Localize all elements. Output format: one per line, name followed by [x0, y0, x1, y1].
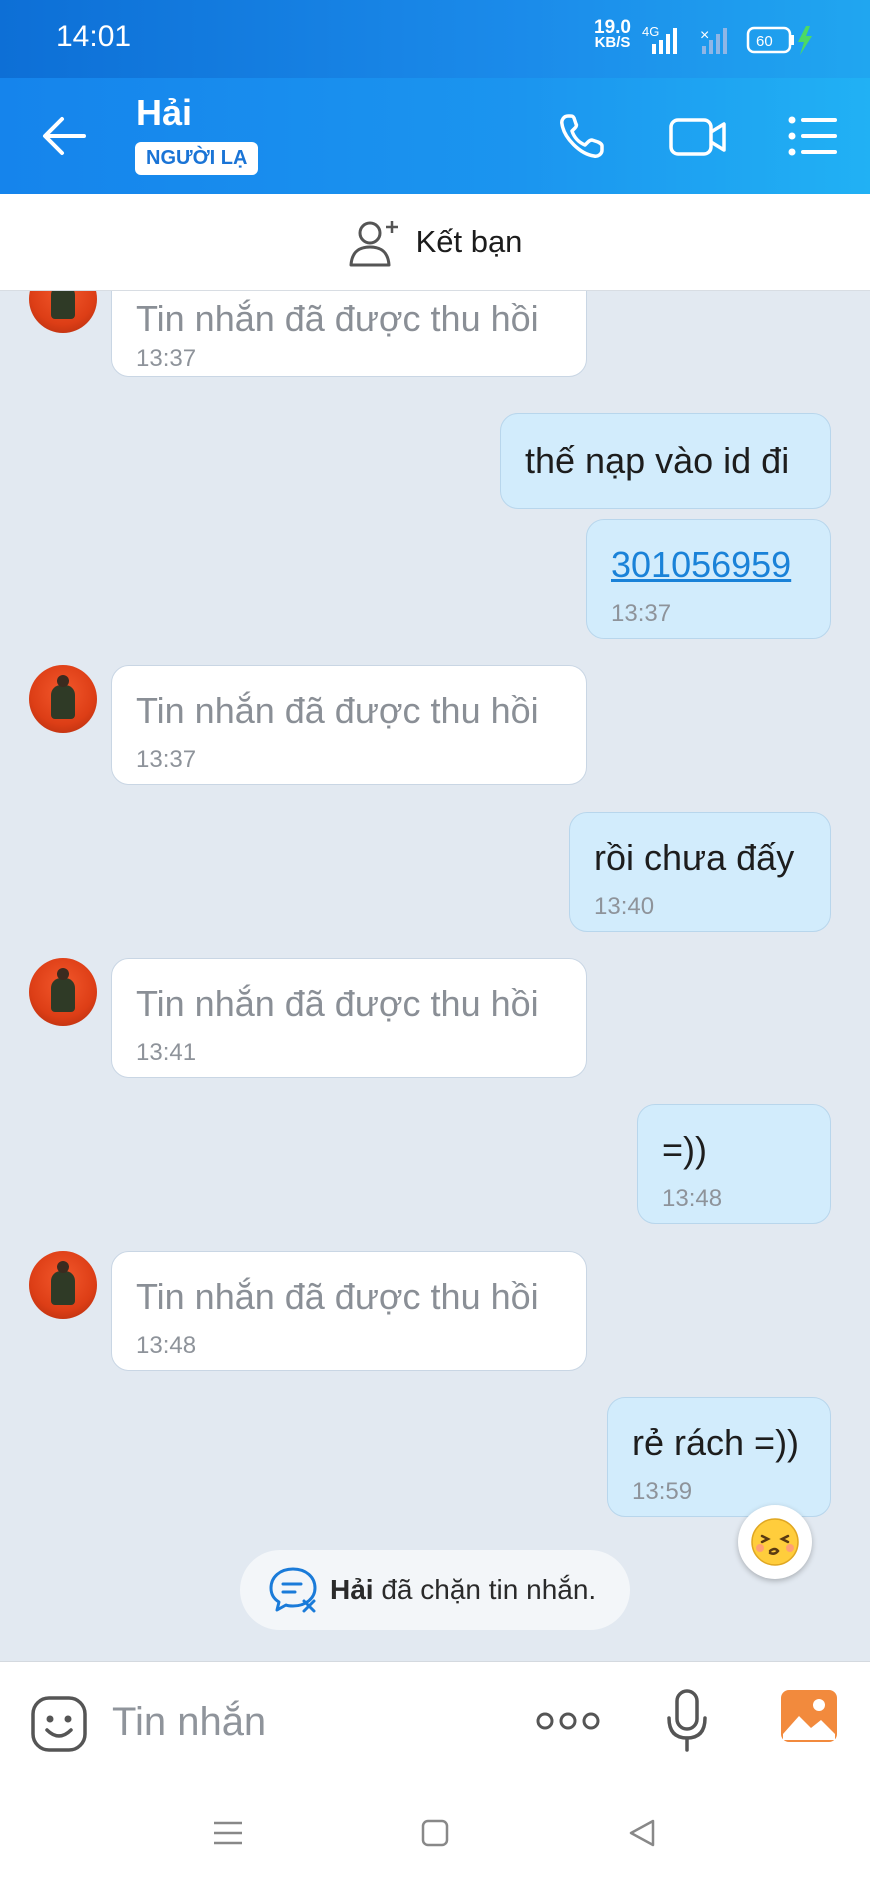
message-bubble-recalled[interactable]: Tin nhắn đã được thu hồi 13:48	[111, 1251, 587, 1371]
back-triangle-icon[interactable]	[623, 1813, 663, 1853]
message-text: Tin nhắn đã được thu hồi	[136, 690, 539, 731]
message-time: 13:40	[594, 893, 655, 920]
message-input[interactable]: Tin nhắn	[112, 1700, 266, 1745]
back-arrow-icon[interactable]	[34, 108, 94, 164]
message-bubble-sent[interactable]: =)) 13:48	[637, 1104, 831, 1224]
add-user-icon	[349, 221, 398, 267]
message-bubble-sent[interactable]: 301056959 13:37	[586, 519, 831, 639]
message-time: 13:37	[611, 600, 672, 627]
message-time: 13:41	[136, 1039, 197, 1066]
home-icon[interactable]	[415, 1813, 455, 1853]
message-list[interactable]: Tin nhắn đã được thu hồi 13:37 thế nạp v…	[0, 291, 870, 1661]
stranger-badge: NGƯỜI LẠ	[135, 142, 259, 175]
chat-header: Hải NGƯỜI LẠ	[0, 78, 870, 194]
battery-level: 60	[756, 33, 773, 50]
message-text: thế nạp vào id đi	[525, 440, 790, 481]
message-time: 13:37	[136, 746, 197, 773]
message-bubble-recalled[interactable]: Tin nhắn đã được thu hồi 13:37	[111, 665, 587, 785]
message-text: rẻ rách =))	[632, 1422, 800, 1463]
chat-blocked-icon	[269, 1567, 317, 1613]
more-options-icon[interactable]	[535, 1708, 601, 1734]
message-text: rồi chưa đấy	[594, 837, 795, 878]
message-composer: Tin nhắn	[0, 1661, 870, 1784]
svg-text:×: ×	[700, 27, 709, 44]
phone-call-icon[interactable]	[554, 108, 610, 164]
message-text: Tin nhắn đã được thu hồi	[136, 983, 539, 1024]
microphone-icon[interactable]	[664, 1688, 710, 1754]
menu-list-icon[interactable]	[786, 108, 842, 164]
avatar[interactable]	[29, 1251, 97, 1319]
message-text: Tin nhắn đã được thu hồi	[136, 298, 539, 339]
video-call-icon[interactable]	[668, 108, 728, 164]
message-time: 13:37	[136, 345, 197, 372]
contact-name[interactable]: Hải	[136, 92, 192, 134]
message-bubble-recalled[interactable]: Tin nhắn đã được thu hồi 13:37	[111, 291, 587, 377]
add-friend-label: Kết bạn	[415, 224, 523, 259]
status-icons: 4G × 60	[642, 24, 812, 55]
image-gallery-icon[interactable]	[779, 1688, 839, 1744]
blocked-text: đã chặn tin nhắn.	[373, 1574, 597, 1605]
blocked-notice: Hải đã chặn tin nhắn.	[240, 1550, 630, 1630]
blocked-by-name: Hải	[330, 1574, 374, 1605]
avatar[interactable]	[29, 958, 97, 1026]
recent-apps-icon[interactable]	[208, 1813, 248, 1853]
speed-unit: KB/S	[594, 34, 631, 51]
system-nav-bar	[0, 1783, 870, 1884]
message-bubble-sent[interactable]: rồi chưa đấy 13:40	[569, 812, 831, 932]
message-bubble-sent[interactable]: rẻ rách =)) 13:59	[607, 1397, 831, 1517]
message-time: 13:48	[662, 1185, 723, 1212]
message-time: 13:48	[136, 1332, 197, 1359]
status-time: 14:01	[56, 20, 132, 53]
message-text: =))	[662, 1129, 707, 1170]
message-link[interactable]: 301056959	[611, 544, 791, 586]
reaction-emoji-icon[interactable]	[738, 1505, 812, 1579]
message-bubble-recalled[interactable]: Tin nhắn đã được thu hồi 13:41	[111, 958, 587, 1078]
status-bar: 14:01 19.0 KB/S 4G × 60	[0, 0, 870, 78]
add-friend-button[interactable]: Kết bạn	[0, 194, 870, 291]
message-bubble-sent[interactable]: thế nạp vào id đi	[500, 413, 831, 509]
network-speed: 19.0 KB/S	[594, 17, 631, 51]
network-type: 4G	[642, 24, 659, 39]
sticker-icon[interactable]	[29, 1694, 89, 1754]
avatar[interactable]	[29, 665, 97, 733]
avatar[interactable]	[29, 291, 97, 333]
message-text: Tin nhắn đã được thu hồi	[136, 1276, 539, 1317]
speed-value: 19.0	[594, 17, 631, 38]
message-time: 13:59	[632, 1478, 693, 1505]
